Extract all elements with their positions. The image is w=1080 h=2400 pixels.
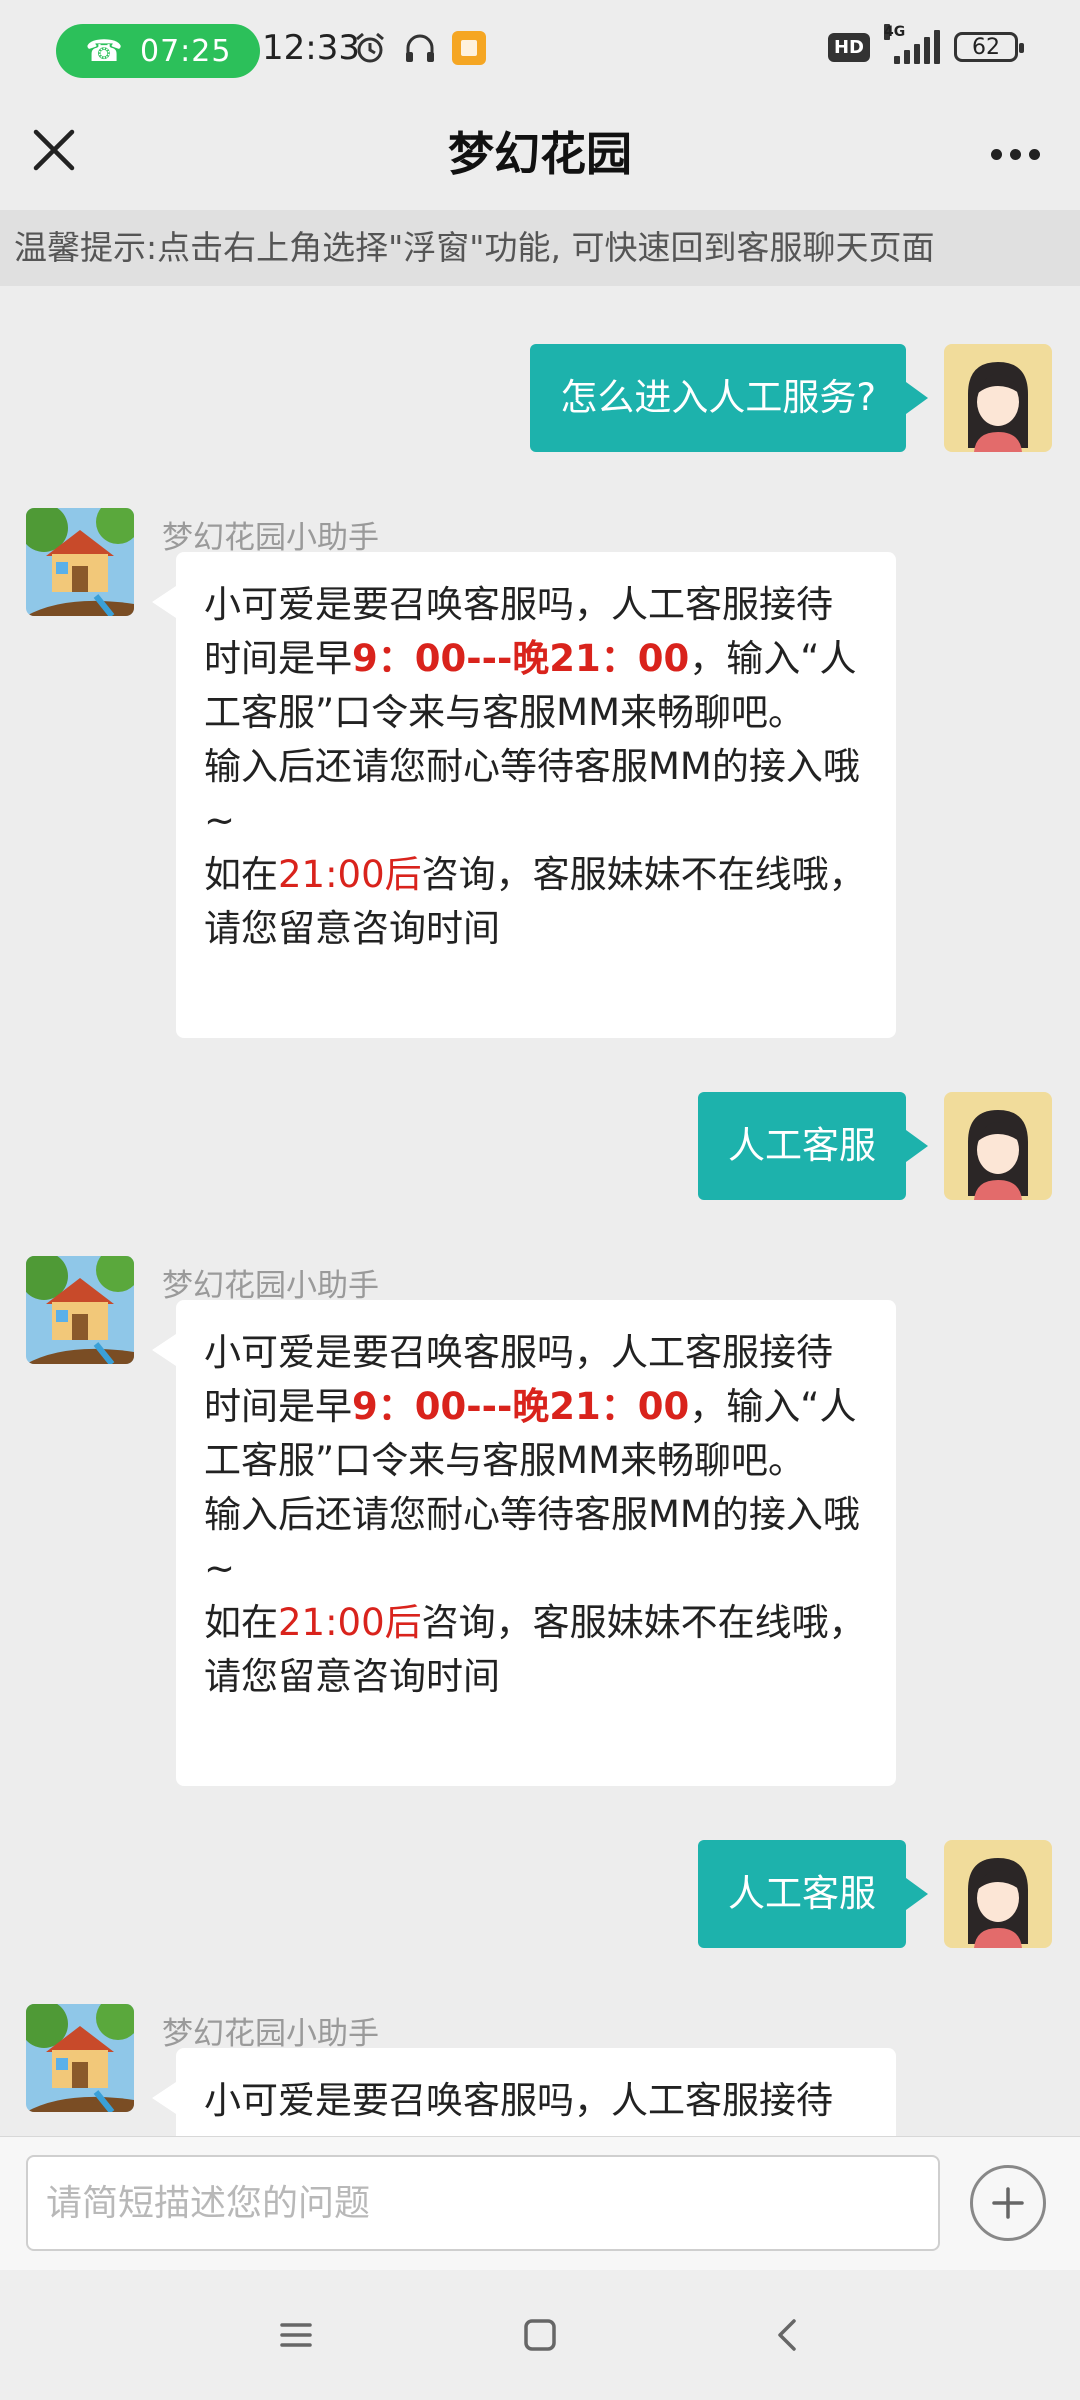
system-nav-bar	[0, 2270, 1080, 2400]
bot-message-paragraph: 输入后还请您耐心等待客服MM的接入哦~	[204, 745, 860, 842]
user-message[interactable]: 人工客服	[698, 1840, 928, 1948]
ongoing-call-pill[interactable]: ☎ 07:25	[56, 24, 260, 78]
bot-message[interactable]: 小可爱是要召唤客服吗，人工客服接待	[152, 2048, 896, 2136]
user-message[interactable]: 怎么进入人工服务?	[530, 344, 928, 452]
bot-message-paragraph: 小可爱是要召唤客服吗，人工客服接待	[204, 2079, 833, 2122]
bot-message-paragraph: 如在21:00后咨询，客服妹妹不在线哦，请您留意咨询时间	[204, 848, 868, 956]
user-avatar[interactable]	[944, 1092, 1052, 1200]
bot-name: 梦幻花园小助手	[162, 2016, 379, 2052]
chat-area[interactable]: 怎么进入人工服务? 梦幻花园小助手 小可爱是要召唤客服吗，人工客服接待时间是早9…	[0, 286, 1080, 2136]
back-icon	[778, 2319, 796, 2351]
bot-message[interactable]: 小可爱是要召唤客服吗，人工客服接待时间是早9：00---晚21：00，输入“人工…	[152, 552, 896, 1038]
bot-name: 梦幻花园小助手	[162, 1268, 379, 1304]
message-text: 如在	[204, 853, 278, 896]
back-button[interactable]	[748, 2300, 828, 2370]
status-bar: ☎ 07:25 12:33 HD 4G 62	[0, 0, 1080, 100]
message-text: 如在	[204, 1601, 278, 1644]
call-timer: 07:25	[140, 33, 232, 69]
plus-icon	[992, 2187, 1024, 2219]
battery-level: 62	[972, 34, 1000, 60]
network-type: 4G	[884, 24, 906, 40]
more-button[interactable]	[980, 124, 1050, 184]
input-bar	[0, 2136, 1080, 2271]
signal-icon: 4G	[884, 24, 940, 64]
bot-avatar[interactable]	[26, 1256, 134, 1364]
menu-button[interactable]	[256, 2300, 336, 2370]
home-button[interactable]	[500, 2300, 580, 2370]
offline-time: 21:00后	[278, 853, 422, 896]
bot-message-paragraph: 输入后还请您耐心等待客服MM的接入哦~	[204, 1493, 860, 1590]
menu-icon	[280, 2323, 312, 2347]
bot-message-paragraph: 如在21:00后咨询，客服妹妹不在线哦，请您留意咨询时间	[204, 1596, 868, 1704]
more-icon	[990, 148, 1002, 160]
battery-icon: 62	[954, 32, 1024, 62]
page-title: 梦幻花园	[448, 127, 632, 181]
home-icon	[524, 2319, 556, 2351]
headphones-icon	[402, 30, 438, 66]
user-avatar[interactable]	[944, 344, 1052, 452]
hd-badge: HD	[827, 32, 870, 62]
offline-time: 21:00后	[278, 1601, 422, 1644]
user-message[interactable]: 人工客服	[698, 1092, 928, 1200]
bot-avatar[interactable]	[26, 2004, 134, 2112]
user-avatar[interactable]	[944, 1840, 1052, 1948]
photo-icon	[452, 31, 486, 65]
bot-message-paragraph: 小可爱是要召唤客服吗，人工客服接待时间是早9：00---晚21：00，输入“人工…	[204, 578, 868, 740]
status-clock: 12:33	[262, 28, 360, 68]
bot-avatar[interactable]	[26, 508, 134, 616]
phone-icon: ☎	[85, 33, 123, 69]
service-hours: 9：00---晚21：00	[352, 1385, 690, 1428]
tip-banner: 温馨提示:点击右上角选择"浮窗"功能, 可快速回到客服聊天页面	[0, 210, 1080, 286]
bot-message-paragraph: 小可爱是要召唤客服吗，人工客服接待时间是早9：00---晚21：00，输入“人工…	[204, 1326, 868, 1488]
bot-name: 梦幻花园小助手	[162, 520, 379, 556]
bot-message[interactable]: 小可爱是要召唤客服吗，人工客服接待时间是早9：00---晚21：00，输入“人工…	[152, 1300, 896, 1786]
header: 梦幻花园	[0, 100, 1080, 210]
service-hours: 9：00---晚21：00	[352, 637, 690, 680]
plus-button[interactable]	[970, 2165, 1046, 2241]
message-input[interactable]	[26, 2155, 940, 2251]
alarm-icon	[352, 30, 388, 66]
